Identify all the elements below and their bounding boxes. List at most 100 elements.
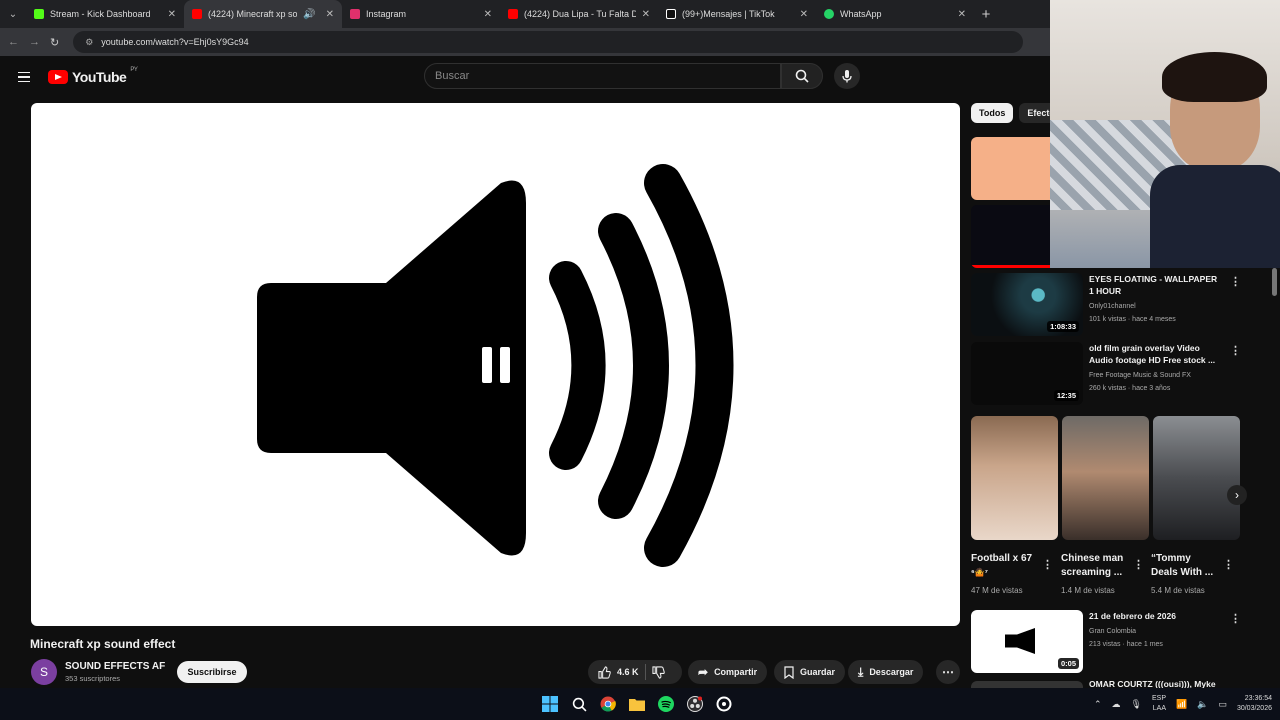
tab-youtube-dua-lipa[interactable]: (4224) Dua Lipa - Tu Falta De Q ✕ bbox=[500, 0, 658, 28]
video-thumbnail[interactable]: 1:08:33 bbox=[971, 273, 1083, 336]
duration-badge: 12:35 bbox=[1053, 390, 1079, 401]
region-code: PY bbox=[130, 67, 138, 73]
forward-arrow-icon[interactable]: → bbox=[29, 36, 40, 48]
url-field[interactable]: ⚙ youtube.com/watch?v=Ehj0sY9Gc94 bbox=[73, 31, 1024, 53]
close-tab-icon[interactable]: ✕ bbox=[168, 9, 176, 20]
obs-icon[interactable] bbox=[685, 694, 705, 714]
instagram-icon bbox=[350, 9, 360, 19]
tab-instagram[interactable]: Instagram ✕ bbox=[342, 0, 500, 28]
more-vertical-icon[interactable]: ⋮ bbox=[1230, 344, 1241, 357]
shorts-next-arrow-icon[interactable]: › bbox=[1227, 485, 1247, 505]
tab-title: WhatsApp bbox=[840, 9, 882, 19]
close-tab-icon[interactable]: ✕ bbox=[326, 9, 334, 20]
youtube-logo[interactable]: YouTube PY bbox=[48, 67, 138, 85]
recommendation-item[interactable]: 1:08:33 EYES FLOATING - WALLPAPER 1 HOUR … bbox=[971, 273, 1229, 336]
windows-taskbar: ⌃ ☁ 🎙 ESP LAA 📶 🔈 ▭ 23:36:54 30/03/2026 bbox=[0, 688, 1280, 720]
rec-meta: Free Footage Music & Sound FX 260 k vista… bbox=[1089, 372, 1191, 392]
tab-title: Stream - Kick Dashboard bbox=[50, 9, 151, 19]
wifi-icon[interactable]: 📶 bbox=[1176, 699, 1187, 710]
hamburger-menu-icon[interactable] bbox=[18, 71, 30, 83]
recommendation-item[interactable]: 12:35 old film grain overlay Video Audio … bbox=[971, 342, 1229, 405]
tab-search-chevron-icon[interactable]: ⌄ bbox=[0, 0, 26, 28]
channel-name[interactable]: SOUND EFFECTS AF bbox=[65, 661, 165, 672]
subscriber-count: 353 suscriptores bbox=[65, 674, 121, 683]
more-vertical-icon[interactable]: ⋮ bbox=[1133, 558, 1144, 571]
video-player[interactable] bbox=[31, 103, 960, 626]
save-button[interactable]: Guardar bbox=[774, 660, 846, 684]
short-title[interactable]: Chinese man screaming ... 1.4 M de vistas bbox=[1061, 552, 1141, 598]
more-actions-button[interactable]: ⋯ bbox=[936, 660, 960, 684]
close-tab-icon[interactable]: ✕ bbox=[642, 9, 650, 20]
more-vertical-icon[interactable]: ⋮ bbox=[1230, 612, 1241, 625]
search-input[interactable]: Buscar bbox=[424, 63, 781, 89]
search-icon[interactable] bbox=[569, 694, 589, 714]
voice-search-button[interactable] bbox=[834, 63, 860, 89]
search-icon bbox=[795, 69, 809, 83]
thumbs-down-icon[interactable] bbox=[651, 665, 665, 679]
video-thumbnail[interactable]: 0:05 bbox=[971, 610, 1083, 673]
short-title[interactable]: Football x 67 ⁶🤷⁷ 47 M de vistas bbox=[971, 552, 1051, 598]
video-thumbnail[interactable]: 12:35 bbox=[971, 342, 1083, 405]
volume-icon[interactable]: 🔈 bbox=[1197, 699, 1208, 710]
cloud-icon[interactable]: ☁ bbox=[1112, 699, 1121, 710]
input-language[interactable]: ESP LAA bbox=[1152, 694, 1166, 714]
tab-youtube-active[interactable]: (4224) Minecraft xp sound 🔊 ✕ bbox=[184, 0, 342, 28]
whatsapp-icon bbox=[824, 9, 834, 19]
close-tab-icon[interactable]: ✕ bbox=[800, 9, 808, 20]
kick-icon bbox=[34, 9, 44, 19]
search-placeholder: Buscar bbox=[435, 70, 470, 82]
logo-text: YouTube bbox=[72, 69, 127, 85]
more-vertical-icon[interactable]: ⋮ bbox=[1042, 558, 1053, 571]
like-button[interactable]: 4.6 K bbox=[598, 665, 639, 679]
short-thumbnail[interactable] bbox=[971, 416, 1058, 540]
rec-meta: Only01channel 101 k vistas · hace 4 meses bbox=[1089, 303, 1176, 323]
close-tab-icon[interactable]: ✕ bbox=[484, 9, 492, 20]
recommendation-item[interactable]: 0:05 21 de febrero de 2026 Gran Colombia… bbox=[971, 610, 1229, 673]
short-thumbnail[interactable] bbox=[1062, 416, 1149, 540]
shorts-shelf bbox=[971, 416, 1240, 540]
pause-icon[interactable] bbox=[479, 347, 513, 383]
share-arrow-icon: ➦ bbox=[698, 665, 709, 679]
site-info-icon[interactable]: ⚙ bbox=[85, 37, 93, 48]
rec-title: 21 de febrero de 2026 bbox=[1089, 611, 1176, 621]
chrome-icon[interactable] bbox=[598, 694, 618, 714]
battery-icon[interactable]: ▭ bbox=[1218, 699, 1227, 710]
rec-title: OMAR COURTZ (((ousi))), Myke bbox=[1089, 679, 1216, 688]
tab-tiktok[interactable]: (99+)Mensajes | TikTok ✕ bbox=[658, 0, 816, 28]
app-icon[interactable] bbox=[714, 694, 734, 714]
subscribe-button[interactable]: Suscribirse bbox=[177, 661, 247, 683]
short-title[interactable]: “Tommy Deals With ... 5.4 M de vistas bbox=[1151, 552, 1231, 598]
like-count: 4.6 K bbox=[617, 667, 639, 677]
taskbar-clock[interactable]: 23:36:54 30/03/2026 bbox=[1237, 694, 1272, 714]
more-vertical-icon[interactable]: ⋮ bbox=[1230, 275, 1241, 288]
microphone-tray-icon[interactable]: 🎙 bbox=[1131, 699, 1142, 710]
tab-title: (4224) Dua Lipa - Tu Falta De Q bbox=[524, 9, 636, 19]
short-thumbnail[interactable] bbox=[1153, 416, 1240, 540]
file-explorer-icon[interactable] bbox=[627, 694, 647, 714]
windows-start-icon[interactable] bbox=[540, 694, 560, 714]
close-tab-icon[interactable]: ✕ bbox=[958, 9, 966, 20]
recommendation-item[interactable]: OMAR COURTZ (((ousi))), Myke bbox=[971, 679, 1231, 688]
sidebar-scrollbar[interactable] bbox=[1272, 268, 1277, 296]
video-thumbnail[interactable] bbox=[971, 681, 1083, 688]
video-title: Minecraft xp sound effect bbox=[30, 637, 176, 651]
more-horizontal-icon: ⋯ bbox=[942, 665, 954, 679]
search-button[interactable] bbox=[781, 63, 823, 89]
spotify-icon[interactable] bbox=[656, 694, 676, 714]
speaker-icon[interactable]: 🔊 bbox=[303, 9, 315, 20]
new-tab-plus-icon[interactable]: + bbox=[974, 6, 998, 23]
channel-avatar[interactable]: S bbox=[31, 659, 57, 685]
chip-all[interactable]: Todos bbox=[971, 103, 1014, 123]
back-arrow-icon[interactable]: ← bbox=[8, 36, 19, 48]
tab-whatsapp[interactable]: WhatsApp ✕ bbox=[816, 0, 974, 28]
rec-title: EYES FLOATING - WALLPAPER 1 HOUR bbox=[1089, 274, 1218, 296]
share-button[interactable]: ➦ Compartir bbox=[688, 660, 768, 684]
more-vertical-icon[interactable]: ⋮ bbox=[1223, 558, 1234, 571]
chevron-up-icon[interactable]: ⌃ bbox=[1094, 699, 1102, 710]
share-label: Compartir bbox=[714, 667, 758, 677]
reload-icon[interactable]: ↻ bbox=[50, 36, 59, 49]
download-button[interactable]: ⤓ Descargar bbox=[848, 660, 924, 684]
save-label: Guardar bbox=[800, 667, 836, 677]
address-toolbar: ← → ↻ ⚙ youtube.com/watch?v=Ehj0sY9Gc94 bbox=[0, 28, 1050, 56]
tab-kick[interactable]: Stream - Kick Dashboard ✕ bbox=[26, 0, 184, 28]
